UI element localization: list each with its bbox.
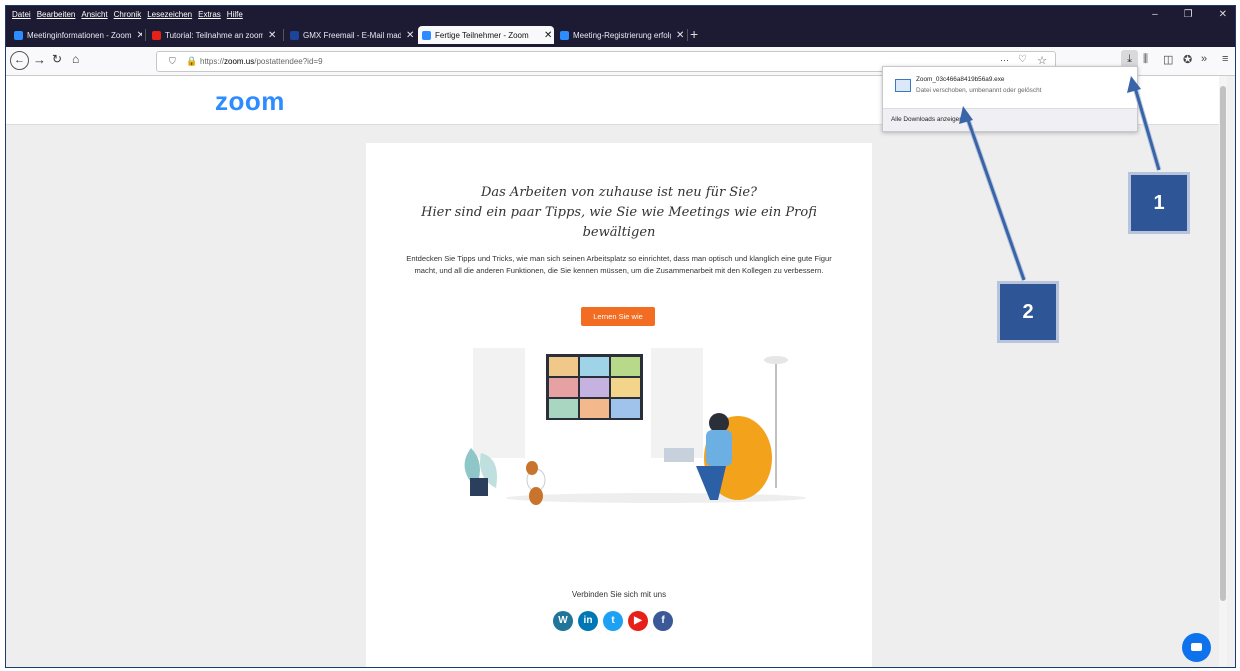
- callout-2: 2: [997, 281, 1059, 343]
- callout-1: 1: [1128, 172, 1190, 234]
